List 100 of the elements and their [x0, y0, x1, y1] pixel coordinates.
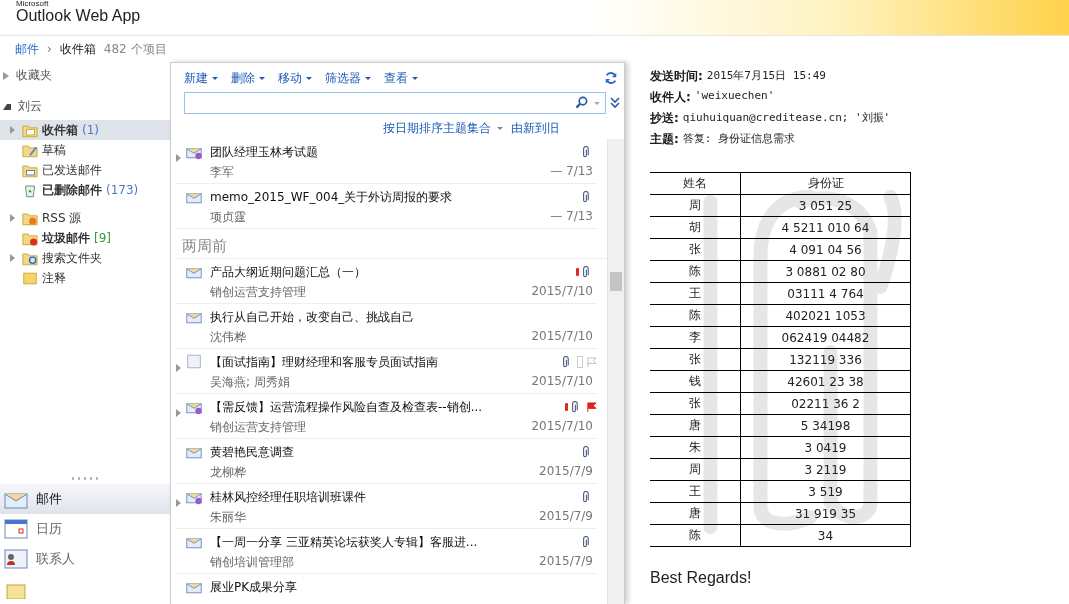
table-cell: 李: [650, 326, 741, 349]
closing-text: Best Regards!: [650, 569, 753, 587]
table-cell: 王: [650, 282, 741, 305]
toolbar-menu-button[interactable]: 查看: [381, 69, 424, 87]
message-sender: 龙柳桦: [210, 464, 246, 481]
table-cell: 陈: [650, 260, 741, 283]
message-date: — 7/13: [550, 209, 593, 225]
table-cell: 3 2119: [740, 458, 911, 481]
message-item[interactable]: 展业PK成果分享: [176, 574, 597, 604]
table-cell: 周: [650, 458, 741, 481]
table-cell: 31 919 35: [740, 502, 911, 525]
calendar-icon: [4, 519, 28, 539]
flag-icon[interactable]: [586, 401, 597, 413]
message-subject: 展业PK成果分享: [210, 578, 298, 596]
folder-icon: [22, 250, 38, 266]
folder-icon: [22, 122, 38, 138]
search-field[interactable]: [184, 92, 606, 114]
expand-icon[interactable]: [10, 126, 15, 134]
message-item[interactable]: 桂林风控经理任职培训班课件 朱丽华 2015/7/9: [176, 484, 597, 529]
folder-item[interactable]: 注释: [0, 268, 170, 288]
message-item[interactable]: 【面试指南】理财经理和客服专员面试指南 吴海燕; 周秀娟 2015/7/10: [176, 349, 597, 394]
expand-icon[interactable]: [176, 499, 181, 507]
app-title: Outlook Web App: [16, 8, 141, 24]
folder-label: 垃圾邮件: [42, 229, 90, 247]
folder-count: (1): [82, 123, 99, 137]
folder-item[interactable]: 草稿: [0, 140, 170, 160]
category-box-icon[interactable]: [577, 356, 583, 368]
folder-count: [9]: [94, 231, 111, 245]
message-sender: 项贞霆: [210, 209, 246, 226]
nav-item[interactable]: 联系人: [0, 544, 170, 574]
message-subject: 执行从自己开始，改变自己、挑战自己: [210, 308, 414, 326]
message-subject: 【一周一分享 三亚精英论坛获奖人专辑】客服进...: [210, 533, 478, 551]
note-icon: [22, 270, 38, 286]
breadcrumb-current: 收件箱: [59, 40, 96, 58]
arrange-by-menu[interactable]: 按日期排序主题集合: [383, 120, 511, 137]
toolbar-menu-button[interactable]: 新建: [181, 69, 224, 87]
folder-item[interactable]: 垃圾邮件 [9]: [0, 228, 170, 248]
dropdown-caret-icon[interactable]: [594, 102, 600, 105]
toolbar-menu-button[interactable]: 筛选器: [322, 69, 377, 87]
table-cell: 02211 36 2: [740, 392, 911, 415]
message-date: 2015/7/9: [539, 509, 593, 525]
message-item[interactable]: 团队经理玉林考试题 李军 — 7/13: [176, 139, 597, 184]
nav-item[interactable]: 邮件: [0, 484, 170, 514]
vendor-label: Microsoft: [16, 0, 49, 8]
mailbox-node[interactable]: 刘云: [0, 93, 170, 120]
resize-handle[interactable]: [70, 477, 100, 480]
message-sender: 销创运营支持管理: [210, 284, 306, 301]
folder-item[interactable]: 收件箱 (1): [0, 120, 170, 140]
refresh-icon[interactable]: [604, 71, 618, 85]
flag-outline-icon[interactable]: [586, 356, 597, 368]
nav-item[interactable]: 日历: [0, 514, 170, 544]
folder-icon: [22, 162, 38, 178]
folder-item[interactable]: 已删除邮件 (173): [0, 180, 170, 200]
expand-icon[interactable]: [176, 364, 181, 372]
table-cell: 3 0881 02 80: [740, 260, 911, 283]
toolbar-menu-button[interactable]: 移动: [275, 69, 318, 87]
folder-item[interactable]: 已发送邮件: [0, 160, 170, 180]
message-subject: 产品大纲近期问题汇总（一）: [210, 263, 366, 281]
folder-label: 已删除邮件: [42, 181, 102, 199]
message-item[interactable]: 【需反馈】运营流程操作风险自查及检查表--销创... 销创运营支持管理 2015/7/10: [176, 394, 597, 439]
folder-item[interactable]: RSS 源: [0, 208, 170, 228]
sort-order-link[interactable]: 由新到旧: [511, 120, 559, 137]
scrollbar[interactable]: [607, 139, 624, 604]
message-item[interactable]: 【一周一分享 三亚精英论坛获奖人专辑】客服进... 销创培训管理部 2015/7/9: [176, 529, 597, 574]
table-cell: 42601 23 38: [740, 370, 911, 393]
message-date: 2015/7/9: [539, 464, 593, 480]
folder-item[interactable]: 搜索文件夹: [0, 248, 170, 268]
expand-icon[interactable]: [176, 409, 181, 417]
folder-count: (173): [106, 183, 139, 197]
table-cell: 34: [740, 524, 911, 547]
search-icon[interactable]: [575, 96, 588, 109]
table-header-cell: 姓名: [650, 172, 741, 195]
breadcrumb-separator: ›: [47, 42, 52, 56]
expand-icon[interactable]: [176, 154, 181, 162]
header-value: 答复: 身份证信息需求: [682, 131, 796, 147]
table-cell: 3 051 25: [740, 194, 911, 217]
message-item[interactable]: memo_2015_WF_004_关于外访周报的要求 项贞霆 — 7/13: [176, 184, 597, 229]
message-subject: 黄碧艳民意调查: [210, 443, 294, 461]
message-sender: 销创培训管理部: [210, 554, 294, 571]
toolbar-menu-button[interactable]: 删除: [228, 69, 271, 87]
favorites-node[interactable]: 收藏夹: [0, 62, 170, 89]
table-cell: 132119 336: [740, 348, 911, 371]
table-cell: 张: [650, 392, 741, 415]
message-subject: 团队经理玉林考试题: [210, 143, 318, 161]
expand-icon[interactable]: [10, 254, 15, 262]
breadcrumb-link[interactable]: 邮件: [15, 40, 39, 58]
table-cell: 062419 04482: [740, 326, 911, 349]
folder-icon: [22, 210, 38, 226]
message-date: 2015/7/10: [531, 419, 593, 435]
scrollbar-thumb[interactable]: [610, 272, 622, 291]
message-item[interactable]: 执行从自己开始，改变自己、挑战自己 沈伟桦 2015/7/10: [176, 304, 597, 349]
message-item[interactable]: 产品大纲近期问题汇总（一） 销创运营支持管理 2015/7/10: [176, 259, 597, 304]
message-item[interactable]: 黄碧艳民意调查 龙柳桦 2015/7/9: [176, 439, 597, 484]
expand-chevron-icon[interactable]: [610, 97, 620, 109]
expand-icon[interactable]: [10, 214, 15, 222]
group-heading: 两周前: [176, 229, 607, 259]
item-count: 482 个项目: [103, 40, 167, 58]
message-subject: 桂林风控经理任职培训班课件: [210, 488, 366, 506]
folder-label: 草稿: [42, 141, 66, 159]
message-date: — 7/13: [550, 164, 593, 180]
